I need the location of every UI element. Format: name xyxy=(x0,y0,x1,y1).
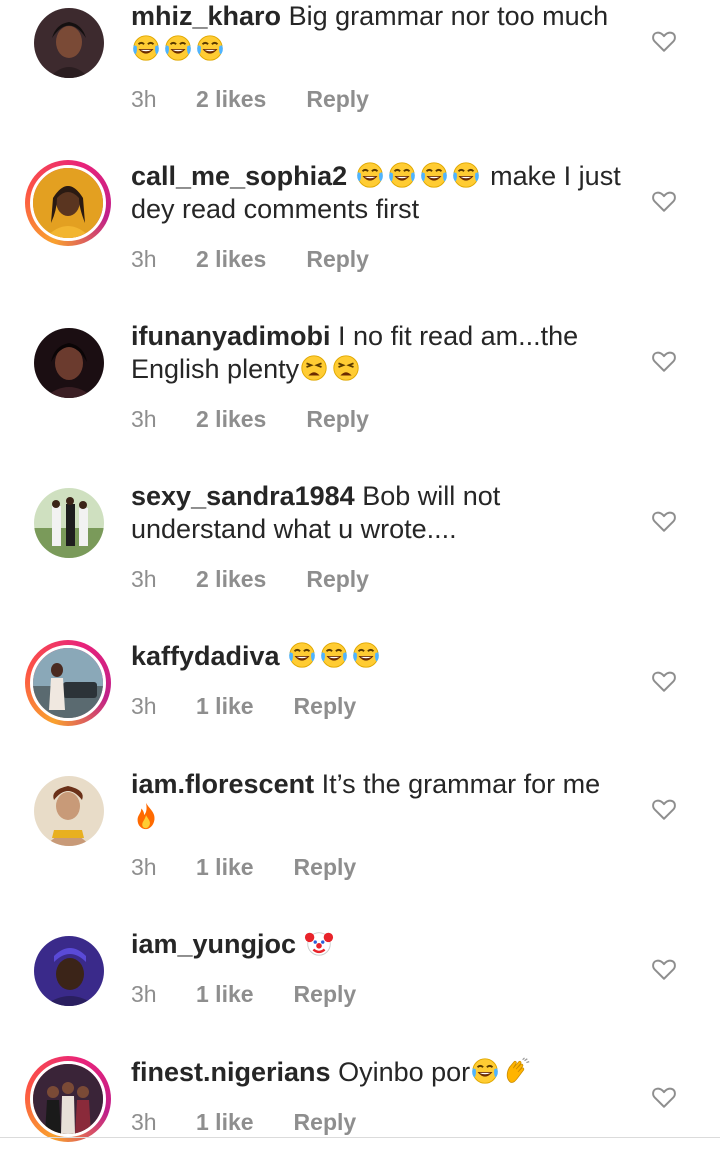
comment-time: 3h xyxy=(131,854,157,880)
heart-icon[interactable] xyxy=(651,796,677,822)
likes-count[interactable]: 2 likes xyxy=(196,406,266,433)
comment-text: call_me_sophia2 make I just dey read com… xyxy=(131,160,631,226)
comment-body: Oyinbo por xyxy=(338,1057,471,1087)
heart-icon[interactable] xyxy=(651,668,677,694)
comment-time: 3h xyxy=(131,566,157,592)
comment-username[interactable]: finest.nigerians xyxy=(131,1057,331,1087)
comment-time: 3h xyxy=(131,246,157,272)
clapping-hands-icon xyxy=(502,1056,532,1086)
likes-count[interactable]: 1 like xyxy=(196,693,254,720)
comment-meta: 3h 1 like Reply xyxy=(131,1109,356,1136)
heart-icon[interactable] xyxy=(651,1084,677,1110)
laughing-tears-icon xyxy=(387,160,417,190)
comment-meta: 3h 2 likes Reply xyxy=(131,246,369,273)
likes-count[interactable]: 2 likes xyxy=(196,246,266,273)
avatar[interactable] xyxy=(34,8,104,78)
weary-face-icon xyxy=(331,353,361,383)
laughing-tears-icon xyxy=(287,640,317,670)
reply-button[interactable]: Reply xyxy=(294,693,357,720)
laughing-tears-icon xyxy=(451,160,481,190)
comment-meta: 3h 2 likes Reply xyxy=(131,406,369,433)
comment-time: 3h xyxy=(131,981,157,1007)
comment-body: Big grammar nor too much xyxy=(288,1,609,31)
comment-text: kaffydadiva xyxy=(131,640,631,673)
laughing-tears-icon xyxy=(319,640,349,670)
reply-button[interactable]: Reply xyxy=(294,854,357,881)
laughing-tears-icon xyxy=(355,160,385,190)
comment-username[interactable]: iam.florescent xyxy=(131,769,314,799)
reply-button[interactable]: Reply xyxy=(306,86,369,113)
reply-button[interactable]: Reply xyxy=(306,246,369,273)
likes-count[interactable]: 2 likes xyxy=(196,86,266,113)
avatar[interactable] xyxy=(34,776,104,846)
likes-count[interactable]: 1 like xyxy=(196,981,254,1008)
divider xyxy=(0,1137,720,1138)
laughing-tears-icon xyxy=(419,160,449,190)
reply-button[interactable]: Reply xyxy=(306,566,369,593)
avatar[interactable] xyxy=(34,328,104,398)
comment-username[interactable]: mhiz_kharo xyxy=(131,1,281,31)
comment-meta: 3h 1 like Reply xyxy=(131,693,356,720)
comment-username[interactable]: call_me_sophia2 xyxy=(131,161,347,191)
comment-text: ifunanyadimobi I no fit read am...the En… xyxy=(131,320,631,386)
weary-face-icon xyxy=(299,353,329,383)
likes-count[interactable]: 2 likes xyxy=(196,566,266,593)
avatar[interactable] xyxy=(25,1056,111,1142)
reply-button[interactable]: Reply xyxy=(294,981,357,1008)
comment-username[interactable]: sexy_sandra1984 xyxy=(131,481,355,511)
reply-button[interactable]: Reply xyxy=(306,406,369,433)
comment-text: sexy_sandra1984 Bob will not understand … xyxy=(131,480,631,546)
comment-text: mhiz_kharo Big grammar nor too much xyxy=(131,0,631,66)
comment-text: finest.nigerians Oyinbo por xyxy=(131,1056,631,1089)
heart-icon[interactable] xyxy=(651,28,677,54)
comment-meta: 3h 2 likes Reply xyxy=(131,566,369,593)
comment-body: It’s the grammar for me xyxy=(321,769,601,799)
heart-icon[interactable] xyxy=(651,956,677,982)
avatar[interactable] xyxy=(34,936,104,1006)
heart-icon[interactable] xyxy=(651,508,677,534)
comment-time: 3h xyxy=(131,86,157,112)
comment-time: 3h xyxy=(131,406,157,432)
comment-text: iam.florescent It’s the grammar for me xyxy=(131,768,631,834)
clown-face-icon xyxy=(304,928,334,958)
comment-username[interactable]: iam_yungjoc xyxy=(131,929,296,959)
laughing-tears-icon xyxy=(351,640,381,670)
comment-username[interactable]: ifunanyadimobi xyxy=(131,321,331,351)
likes-count[interactable]: 1 like xyxy=(196,854,254,881)
comment-meta: 3h 2 likes Reply xyxy=(131,86,369,113)
heart-icon[interactable] xyxy=(651,188,677,214)
comment-meta: 3h 1 like Reply xyxy=(131,854,356,881)
reply-button[interactable]: Reply xyxy=(294,1109,357,1136)
avatar[interactable] xyxy=(25,640,111,726)
comment-time: 3h xyxy=(131,693,157,719)
laughing-tears-icon xyxy=(163,33,193,63)
fire-icon xyxy=(131,801,161,831)
likes-count[interactable]: 1 like xyxy=(196,1109,254,1136)
comment-meta: 3h 1 like Reply xyxy=(131,981,356,1008)
laughing-tears-icon xyxy=(195,33,225,63)
comment-time: 3h xyxy=(131,1109,157,1135)
avatar[interactable] xyxy=(34,488,104,558)
laughing-tears-icon xyxy=(470,1056,500,1086)
comment-text: iam_yungjoc xyxy=(131,928,631,961)
avatar[interactable] xyxy=(25,160,111,246)
heart-icon[interactable] xyxy=(651,348,677,374)
laughing-tears-icon xyxy=(131,33,161,63)
comment-username[interactable]: kaffydadiva xyxy=(131,641,280,671)
